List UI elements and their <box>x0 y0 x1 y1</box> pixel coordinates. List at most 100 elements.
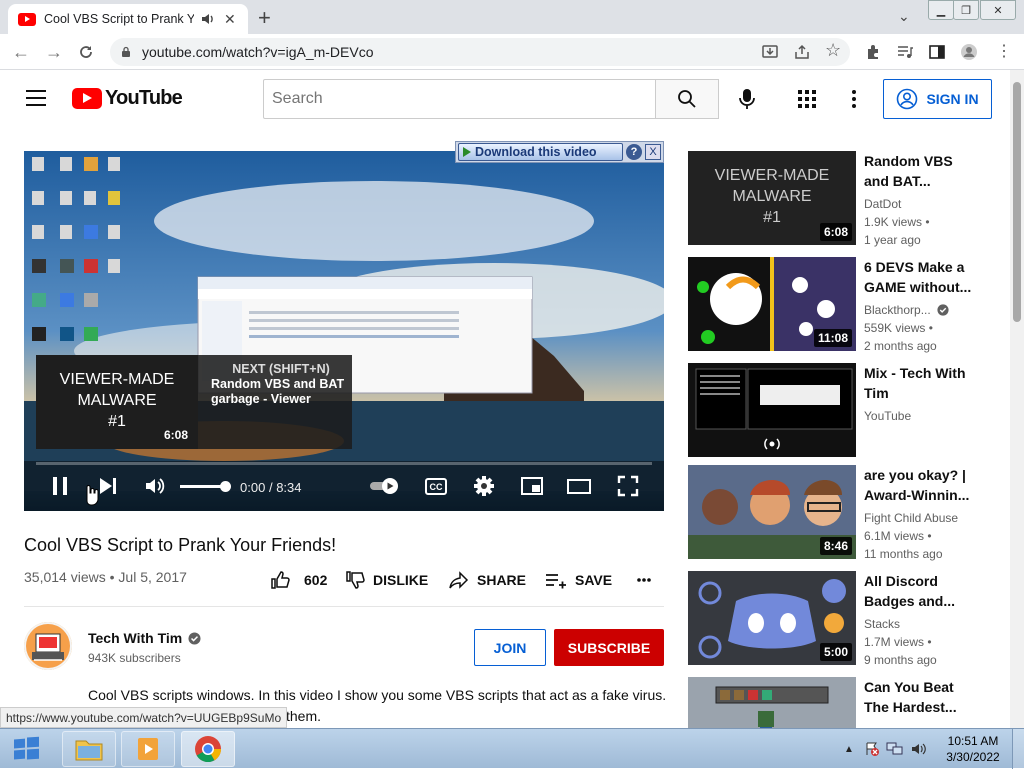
windows-start-icon[interactable] <box>6 733 46 765</box>
page-scrollbar[interactable] <box>1010 70 1024 728</box>
channel-name[interactable]: Tech With Tim <box>88 630 201 646</box>
fullscreen-icon[interactable] <box>616 474 640 498</box>
theater-mode-icon[interactable] <box>567 474 591 498</box>
channel-avatar[interactable] <box>24 622 72 670</box>
microphone-icon[interactable] <box>737 88 757 110</box>
settings-gear-icon[interactable] <box>472 474 496 498</box>
taskbar-explorer[interactable] <box>62 731 116 767</box>
recommendation-channel: Stacks <box>864 617 901 631</box>
recommendation-title: are you okay? | Award-Winnin... <box>864 467 970 503</box>
video-duration: 6:08 <box>819 223 852 241</box>
search-button[interactable] <box>655 79 719 119</box>
share-page-icon[interactable] <box>793 43 811 61</box>
tab-search-chevron-icon[interactable]: ⌄ <box>898 8 910 25</box>
side-panel-icon[interactable] <box>928 43 946 61</box>
reload-icon[interactable] <box>78 44 94 60</box>
chrome-menu-icon[interactable]: ⋮ <box>996 41 1014 60</box>
recommendation-age: 9 months ago <box>864 653 937 667</box>
recommendation-item[interactable]: Can You Beat The Hardest... <box>688 677 1008 728</box>
tab-close-icon[interactable]: ✕ <box>224 11 236 28</box>
video-progress-bar[interactable] <box>36 462 652 465</box>
help-icon[interactable]: ? <box>626 144 642 160</box>
show-desktop-button[interactable] <box>1012 729 1024 769</box>
browser-tab[interactable]: Cool VBS Script to Prank You ✕ <box>8 4 248 34</box>
more-actions-icon[interactable] <box>636 572 652 588</box>
address-bar[interactable]: youtube.com/watch?v=igA_m-DEVco <box>110 38 850 66</box>
share-button[interactable]: SHARE <box>449 569 526 591</box>
search-box[interactable] <box>263 79 656 119</box>
save-button[interactable]: SAVE <box>545 569 612 591</box>
volume-icon[interactable] <box>143 474 167 498</box>
subscribe-button[interactable]: SUBSCRIBE <box>554 629 664 666</box>
system-tray: ▲ <box>844 729 928 769</box>
volume-tray-icon[interactable] <box>910 741 928 757</box>
channel-avatar-image <box>24 622 72 670</box>
youtube-logo-text: YouTube <box>105 87 183 109</box>
close-download-bar-icon[interactable]: X <box>645 144 661 160</box>
recommendation-thumbnail <box>688 677 856 728</box>
settings-more-icon[interactable] <box>846 88 862 110</box>
pause-icon[interactable] <box>48 474 72 498</box>
thumbs-up-icon <box>271 571 290 589</box>
forward-icon[interactable]: → <box>45 42 63 63</box>
join-button[interactable]: JOIN <box>474 629 546 666</box>
download-video-button[interactable]: Download this video <box>458 143 623 161</box>
search-input[interactable] <box>272 90 655 108</box>
network-icon[interactable] <box>886 741 904 757</box>
upload-date: Jul 5, 2017 <box>118 569 187 585</box>
recommendation-age: 2 months ago <box>864 339 937 353</box>
profile-icon[interactable] <box>960 43 978 61</box>
media-control-icon[interactable] <box>896 43 914 61</box>
window-close-icon[interactable]: ✕ <box>980 0 1016 20</box>
video-player[interactable] <box>24 151 664 511</box>
windows-taskbar: ▲ 10:51 AM 3/30/2022 <box>0 728 1024 769</box>
like-button[interactable]: 602 <box>270 569 327 591</box>
youtube-favicon-icon <box>18 12 36 26</box>
time-total: 8:34 <box>276 480 302 495</box>
recommendation-item[interactable]: 8:46 are you okay? | Award-Winnin... Fig… <box>688 465 1008 561</box>
recommendation-views: 1.7M views • <box>864 635 932 649</box>
download-video-label: Download this video <box>475 145 597 159</box>
video-duration: 8:46 <box>819 537 852 555</box>
autoplay-toggle-icon[interactable] <box>368 474 404 498</box>
extensions-icon[interactable] <box>864 43 882 61</box>
recommendation-views: 559K views • <box>864 321 933 335</box>
recommendation-channel: DatDot <box>864 197 902 211</box>
dislike-button[interactable]: DISLIKE <box>345 569 428 591</box>
video-duration: 5:00 <box>819 643 852 661</box>
restore-icon[interactable]: ❐ <box>953 0 979 20</box>
back-icon[interactable]: ← <box>12 42 30 63</box>
taskbar-chrome[interactable] <box>181 731 235 767</box>
youtube-logo[interactable]: YouTube <box>72 87 183 110</box>
scrollbar-thumb[interactable] <box>1013 82 1021 322</box>
recommendation-title: All Discord Badges and... <box>864 573 956 609</box>
recommendation-item[interactable]: Mix - Tech With Tim YouTube <box>688 363 1008 457</box>
minimize-icon[interactable]: ▁ <box>928 0 954 20</box>
action-center-flag-icon[interactable] <box>864 741 880 757</box>
volume-slider-knob[interactable] <box>220 481 231 492</box>
audio-playing-icon[interactable] <box>200 11 216 27</box>
recommendation-thumbnail: VIEWER-MADE MALWARE #1 6:08 <box>688 151 856 245</box>
next-video-card[interactable]: VIEWER-MADE MALWARE #1 6:08 NEXT (SHIFT+… <box>36 355 352 449</box>
recommendation-item[interactable]: 5:00 All Discord Badges and... Stacks 1.… <box>688 571 1008 667</box>
share-arrow-icon <box>449 571 469 589</box>
taskbar-media-player[interactable] <box>121 731 175 767</box>
channel-name-text: Tech With Tim <box>88 630 183 646</box>
install-app-icon[interactable] <box>761 43 779 61</box>
miniplayer-icon[interactable] <box>520 474 544 498</box>
sign-in-button[interactable]: SIGN IN <box>883 79 992 119</box>
recommendation-item[interactable]: 11:08 6 DEVS Make a GAME without... Blac… <box>688 257 1008 353</box>
bookmark-star-icon[interactable]: ☆ <box>825 40 843 60</box>
new-tab-icon[interactable]: + <box>258 5 271 31</box>
views-text: 559K views <box>864 321 926 335</box>
video-frame <box>24 151 664 511</box>
apps-grid-icon[interactable] <box>797 89 817 109</box>
media-player-icon <box>138 738 158 760</box>
taskbar-clock[interactable]: 10:51 AM 3/30/2022 <box>942 733 1004 765</box>
menu-icon[interactable] <box>26 90 46 106</box>
recommendation-item[interactable]: VIEWER-MADE MALWARE #1 6:08 Random VBS a… <box>688 151 1008 247</box>
show-hidden-icons-icon[interactable]: ▲ <box>844 744 854 755</box>
search-icon <box>678 90 696 108</box>
subtitles-cc-icon[interactable]: CC <box>425 478 447 495</box>
thumbs-down-icon <box>346 571 365 589</box>
